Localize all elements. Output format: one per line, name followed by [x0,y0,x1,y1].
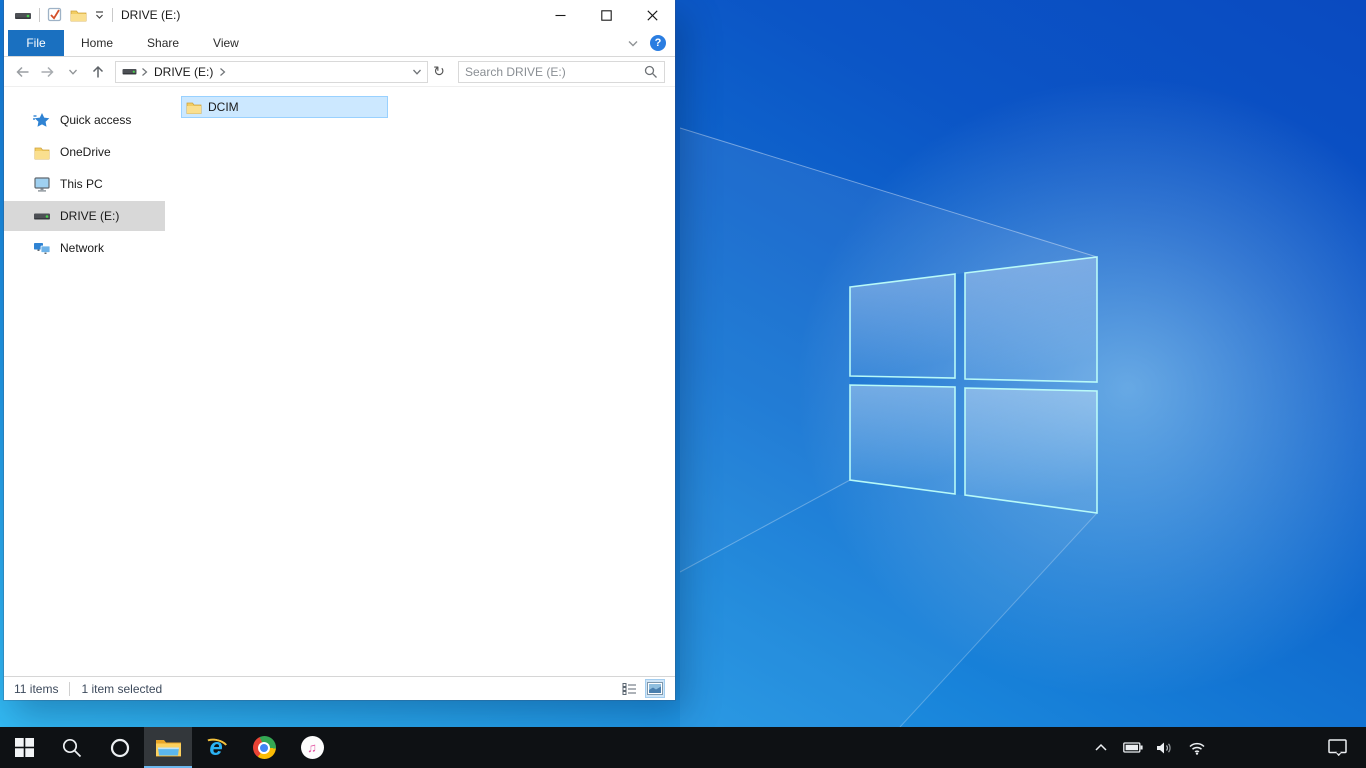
action-center-icon [1327,739,1347,756]
breadcrumb-chevron-icon[interactable] [219,67,226,77]
sidebar-item-label: Quick access [60,113,132,127]
minimize-button[interactable] [537,0,583,30]
quick-access-star-icon [33,113,50,127]
sidebar-item-onedrive[interactable]: OneDrive [4,137,165,167]
quick-access-toolbar [4,7,113,23]
breadcrumb-segment[interactable]: DRIVE (E:) [152,65,215,79]
navigation-pane: Quick access OneDrive This PC DRIVE (E:)… [4,87,165,676]
ribbon-tab-bar: File Home Share View ? [4,30,675,57]
address-bar[interactable]: DRIVE (E:) [115,60,428,83]
status-bar: 11 items 1 item selected [4,676,675,700]
close-button[interactable] [629,0,675,30]
sidebar-item-drive-e[interactable]: DRIVE (E:) [4,201,165,231]
cortana-button[interactable] [96,727,144,768]
chevron-up-icon [1095,743,1107,751]
file-item-dcim[interactable]: DCIM [181,96,388,118]
windows-start-icon [14,738,34,757]
taskbar: e ♫ [0,727,1366,768]
network-icon [34,243,51,254]
file-name: DCIM [208,100,239,114]
sidebar-item-label: DRIVE (E:) [60,209,120,223]
show-hidden-icons-button[interactable] [1088,727,1114,768]
battery-icon [1123,742,1143,753]
monitor-icon [34,177,50,192]
search-input[interactable] [465,64,644,79]
help-button[interactable]: ? [650,35,666,51]
back-button[interactable] [10,60,35,84]
expand-ribbon-chevron-icon[interactable] [627,39,639,48]
selection-count: 1 item selected [81,681,163,696]
refresh-button[interactable]: ↻ [429,61,449,83]
file-list[interactable]: DCIM [165,87,675,676]
folder-icon [34,147,50,159]
details-view-icon [622,682,636,695]
search-icon[interactable] [644,65,658,79]
tab-home[interactable]: Home [64,30,130,56]
chrome-icon [252,736,276,759]
chrome-button[interactable] [240,727,288,768]
itunes-icon: ♫ [300,736,324,759]
drive-icon [34,213,50,220]
properties-checkbox-icon[interactable] [47,7,63,23]
thumbnail-view-icon [647,682,663,695]
navigation-bar: DRIVE (E:) ↻ [4,57,675,87]
forward-button[interactable] [35,60,60,84]
internet-explorer-icon: e [201,735,231,761]
action-center-button[interactable] [1314,727,1360,768]
folder-icon [186,102,202,114]
sidebar-item-label: OneDrive [60,145,111,159]
up-button[interactable] [85,60,110,84]
cortana-circle-icon [110,738,130,757]
recent-locations-chevron-icon[interactable] [60,60,85,84]
taskbar-file-explorer-button[interactable] [144,727,192,768]
sidebar-item-quick-access[interactable]: Quick access [4,105,165,135]
wifi-button[interactable] [1184,727,1210,768]
sidebar-item-label: This PC [60,177,103,191]
sidebar-item-this-pc[interactable]: This PC [4,169,165,199]
file-explorer-window: DRIVE (E:) File Home Share View ? DRIVE … [4,0,675,700]
start-button[interactable] [0,727,48,768]
drive-icon [15,12,31,19]
details-view-button[interactable] [620,679,640,698]
volume-icon [1157,742,1171,753]
itunes-button[interactable]: ♫ [288,727,336,768]
items-count: 11 items [14,681,59,696]
battery-button[interactable] [1120,727,1146,768]
window-title: DRIVE (E:) [121,8,181,22]
system-tray [1088,727,1210,768]
tab-share[interactable]: Share [130,30,196,56]
separator [39,8,40,22]
maximize-button[interactable] [583,0,629,30]
tab-file[interactable]: File [8,30,64,56]
wifi-icon [1189,742,1205,755]
wallpaper-windows-logo [680,127,1098,727]
volume-button[interactable] [1152,727,1178,768]
tab-view[interactable]: View [196,30,256,56]
new-folder-icon[interactable] [70,8,87,22]
taskbar-search-button[interactable] [48,727,96,768]
separator [112,8,113,22]
titlebar[interactable]: DRIVE (E:) [4,0,675,30]
customize-qat-dropdown-icon[interactable] [94,10,105,20]
desktop: DRIVE (E:) File Home Share View ? DRIVE … [0,0,1366,768]
search-box[interactable] [458,60,665,83]
internet-explorer-button[interactable]: e [192,727,240,768]
separator [69,681,71,696]
file-explorer-icon [155,740,181,757]
breadcrumb-chevron-icon [141,67,148,77]
sidebar-item-label: Network [60,241,105,255]
sidebar-item-network[interactable]: Network [4,233,165,263]
drive-icon [122,69,137,75]
window-controls [537,0,675,30]
large-icons-view-button[interactable] [645,679,665,698]
search-icon [62,738,82,757]
address-dropdown-chevron-icon[interactable] [407,68,427,76]
